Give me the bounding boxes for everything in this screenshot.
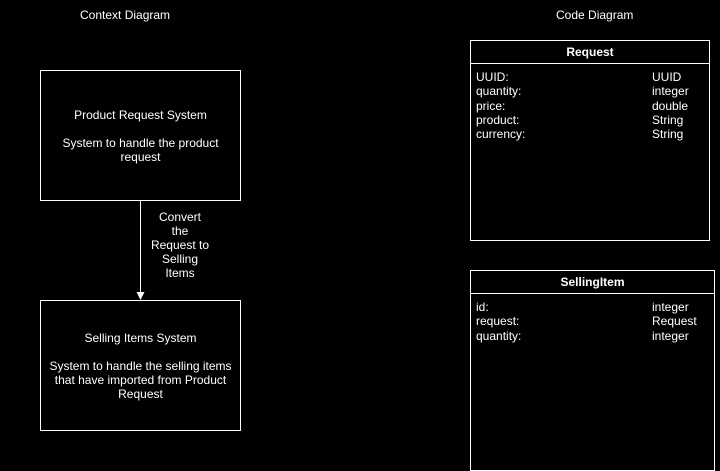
attribute-name: price: [476, 98, 506, 113]
attribute-type: integer [652, 300, 689, 314]
request-class-name: Request [471, 41, 709, 64]
request-class-box[interactable]: Request UUID: UUID quantity: integer pri… [470, 40, 710, 241]
code-diagram-title: Code Diagram [556, 8, 634, 22]
attribute-name: id: [476, 300, 489, 314]
attribute-row: quantity: integer [476, 329, 709, 343]
attribute-type: String [652, 127, 684, 142]
attribute-name: request: [476, 314, 520, 329]
selling-item-class-name: SellingItem [471, 271, 714, 294]
selling-items-system-description: System to handle the selling items that … [49, 358, 232, 401]
selling-item-class-box[interactable]: SellingItem id: integer request: Request… [470, 270, 715, 471]
attribute-row: currency: String [476, 127, 704, 141]
attribute-type: UUID [652, 70, 682, 84]
attribute-name: currency: [476, 127, 526, 142]
attribute-name: product: [476, 112, 520, 127]
attribute-row: UUID: UUID [476, 70, 704, 84]
selling-items-system-title: Selling Items System [84, 330, 197, 345]
attribute-type: integer [652, 328, 689, 343]
attribute-type: integer [652, 84, 689, 99]
attribute-type: double [652, 98, 689, 113]
selling-items-system-box[interactable]: Selling Items System System to handle th… [40, 300, 241, 431]
attribute-row: price: double [476, 99, 704, 113]
attribute-name: quantity: [476, 328, 522, 343]
convert-arrow-head [136, 292, 145, 300]
request-class-attributes: UUID: UUID quantity: integer price: doub… [471, 64, 709, 141]
convert-arrow-label: Convert the Request to Selling Items [150, 210, 210, 280]
attribute-row: request: Request [476, 314, 709, 328]
attribute-row: id: integer [476, 300, 709, 314]
attribute-type: String [652, 112, 684, 127]
selling-item-class-attributes: id: integer request: Request quantity: i… [471, 294, 714, 343]
attribute-name: quantity: [476, 84, 522, 99]
attribute-type: Request [652, 314, 697, 329]
attribute-row: product: String [476, 113, 704, 127]
attribute-row: quantity: integer [476, 84, 704, 98]
attribute-name: UUID: [476, 70, 509, 84]
